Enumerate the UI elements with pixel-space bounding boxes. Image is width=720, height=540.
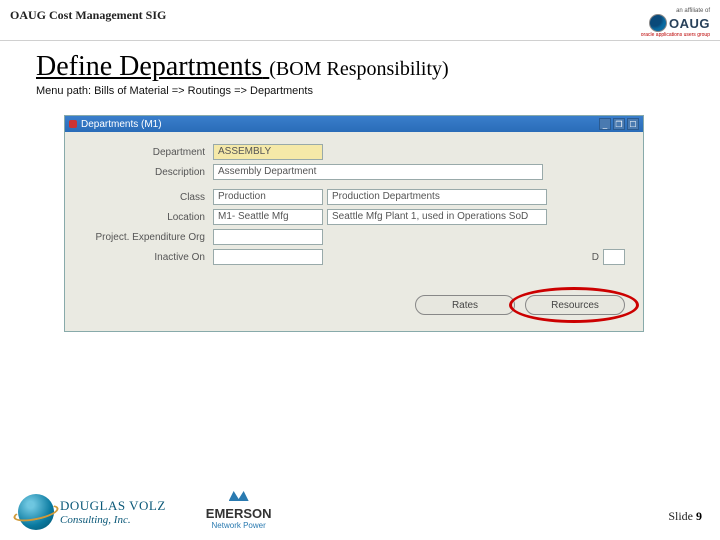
dv-line1: DOUGLAS VOLZ <box>60 498 166 514</box>
globe-icon <box>18 494 54 530</box>
input-description[interactable]: Assembly Department <box>213 164 543 180</box>
input-inactive[interactable] <box>213 249 323 265</box>
maximize-button[interactable]: ☐ <box>627 118 639 130</box>
slide-number: Slide 9 <box>668 509 702 524</box>
oaug-text: OAUG <box>669 16 710 31</box>
button-row: Rates Resources <box>83 295 625 315</box>
douglas-volz-logo: DOUGLAS VOLZ Consulting, Inc. <box>18 494 166 530</box>
window-icon <box>69 120 77 128</box>
input-class[interactable]: Production <box>213 189 323 205</box>
slide-title-sub: (BOM Responsibility) <box>269 58 448 81</box>
input-class-desc[interactable]: Production Departments <box>327 189 547 205</box>
label-inactive: Inactive On <box>83 252 213 263</box>
minimize-button[interactable]: _ <box>599 118 611 130</box>
emerson-icon <box>229 486 249 506</box>
slide-header: OAUG Cost Management SIG an affiliate of… <box>0 0 720 41</box>
menu-path: Menu path: Bills of Material => Routings… <box>36 85 684 97</box>
label-description: Description <box>83 167 213 178</box>
oaug-logo: an affiliate of OAUG oracle applications… <box>641 8 710 38</box>
slide-title-main: Define Departments <box>36 51 262 82</box>
slide-num-value: 9 <box>696 509 702 523</box>
emerson-logo: EMERSON Network Power <box>206 486 272 530</box>
restore-button[interactable]: ❐ <box>613 118 625 130</box>
dv-line2: Consulting, Inc. <box>60 514 166 526</box>
label-proj-org: Project. Expenditure Org <box>83 232 213 243</box>
header-title: OAUG Cost Management SIG <box>10 8 166 23</box>
window-titlebar[interactable]: Departments (M1) _ ❐ ☐ <box>65 116 643 132</box>
date-box[interactable] <box>603 249 625 265</box>
resources-button[interactable]: Resources <box>525 295 625 315</box>
form-body: Department ASSEMBLY Description Assembly… <box>65 132 643 331</box>
rates-button[interactable]: Rates <box>415 295 515 315</box>
input-location-desc[interactable]: Seattle Mfg Plant 1, used in Operations … <box>327 209 547 225</box>
logo-tagline: oracle applications users group <box>641 32 710 38</box>
input-department[interactable]: ASSEMBLY <box>213 144 323 160</box>
window-title: Departments (M1) <box>81 119 162 130</box>
em-line1: EMERSON <box>206 506 272 521</box>
slide-footer: DOUGLAS VOLZ Consulting, Inc. EMERSON Ne… <box>0 486 720 530</box>
oaug-swirl-icon <box>649 14 667 32</box>
date-label: D <box>592 252 599 263</box>
slide-body: Define Departments (BOM Responsibility) … <box>0 41 720 332</box>
slide-title: Define Departments (BOM Responsibility) <box>36 51 684 83</box>
input-location[interactable]: M1- Seattle Mfg <box>213 209 323 225</box>
label-department: Department <box>83 147 213 158</box>
departments-window: Departments (M1) _ ❐ ☐ Department ASSEMB… <box>64 115 644 332</box>
label-class: Class <box>83 192 213 203</box>
label-location: Location <box>83 212 213 223</box>
slide-word: Slide <box>668 509 696 523</box>
em-line2: Network Power <box>206 521 272 530</box>
input-proj-org[interactable] <box>213 229 323 245</box>
